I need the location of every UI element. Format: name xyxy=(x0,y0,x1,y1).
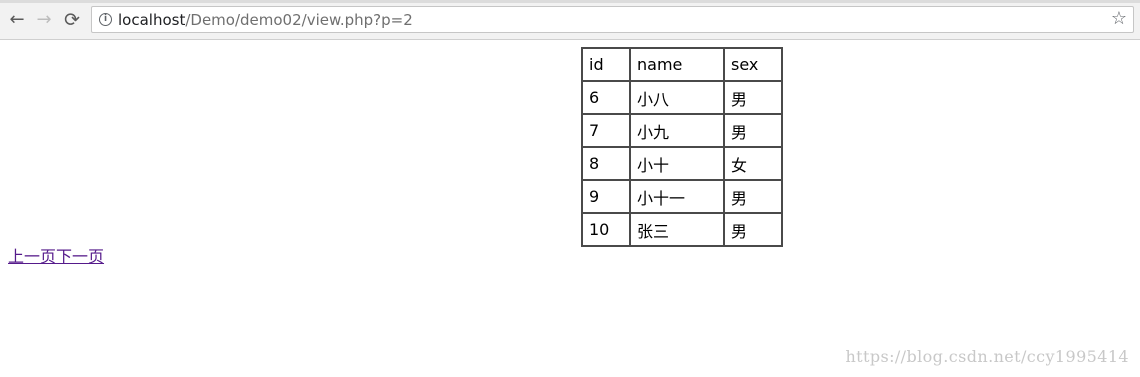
back-arrow-icon[interactable]: ← xyxy=(5,8,29,32)
cell-sex: 男 xyxy=(723,113,783,148)
cell-sex: 女 xyxy=(723,146,783,181)
cell-id: 9 xyxy=(581,179,631,214)
url-host: localhost xyxy=(118,11,186,29)
cell-sex: 男 xyxy=(723,80,783,115)
address-bar[interactable]: i localhost/Demo/demo02/view.php?p=2 ☆ xyxy=(91,6,1134,33)
pagination: 上一页下一页 xyxy=(8,247,104,267)
reload-icon[interactable]: ⟳ xyxy=(60,8,84,32)
table-row: 6 小八 男 xyxy=(581,80,783,115)
page-content: id name sex 6 小八 男 7 小九 男 8 小十 女 9 小十一 男… xyxy=(0,40,1140,377)
watermark: https://blog.csdn.net/ccy1995414 xyxy=(845,347,1129,366)
table-row: 10 张三 男 xyxy=(581,212,783,247)
cell-sex: 男 xyxy=(723,179,783,214)
header-id: id xyxy=(581,47,631,82)
cell-id: 8 xyxy=(581,146,631,181)
cell-name: 小八 xyxy=(629,80,725,115)
table-row: 9 小十一 男 xyxy=(581,179,783,214)
header-name: name xyxy=(629,47,725,82)
next-page-link[interactable]: 下一页 xyxy=(56,247,104,266)
data-table: id name sex 6 小八 男 7 小九 男 8 小十 女 9 小十一 男… xyxy=(581,47,783,247)
url-text[interactable]: localhost/Demo/demo02/view.php?p=2 xyxy=(118,11,413,29)
cell-name: 小九 xyxy=(629,113,725,148)
cell-name: 张三 xyxy=(629,212,725,247)
info-icon[interactable]: i xyxy=(99,13,112,26)
table-header-row: id name sex xyxy=(581,47,783,82)
tab-strip-edge xyxy=(0,0,1140,3)
cell-name: 小十一 xyxy=(629,179,725,214)
browser-toolbar: ← → ⟳ i localhost/Demo/demo02/view.php?p… xyxy=(0,0,1140,40)
header-sex: sex xyxy=(723,47,783,82)
table-row: 7 小九 男 xyxy=(581,113,783,148)
bookmark-star-icon[interactable]: ☆ xyxy=(1111,9,1127,29)
prev-page-link[interactable]: 上一页 xyxy=(8,247,56,266)
cell-name: 小十 xyxy=(629,146,725,181)
forward-arrow-icon[interactable]: → xyxy=(32,8,56,32)
cell-id: 10 xyxy=(581,212,631,247)
cell-id: 6 xyxy=(581,80,631,115)
url-path: /Demo/demo02/view.php?p=2 xyxy=(185,11,413,29)
cell-sex: 男 xyxy=(723,212,783,247)
cell-id: 7 xyxy=(581,113,631,148)
table-row: 8 小十 女 xyxy=(581,146,783,181)
